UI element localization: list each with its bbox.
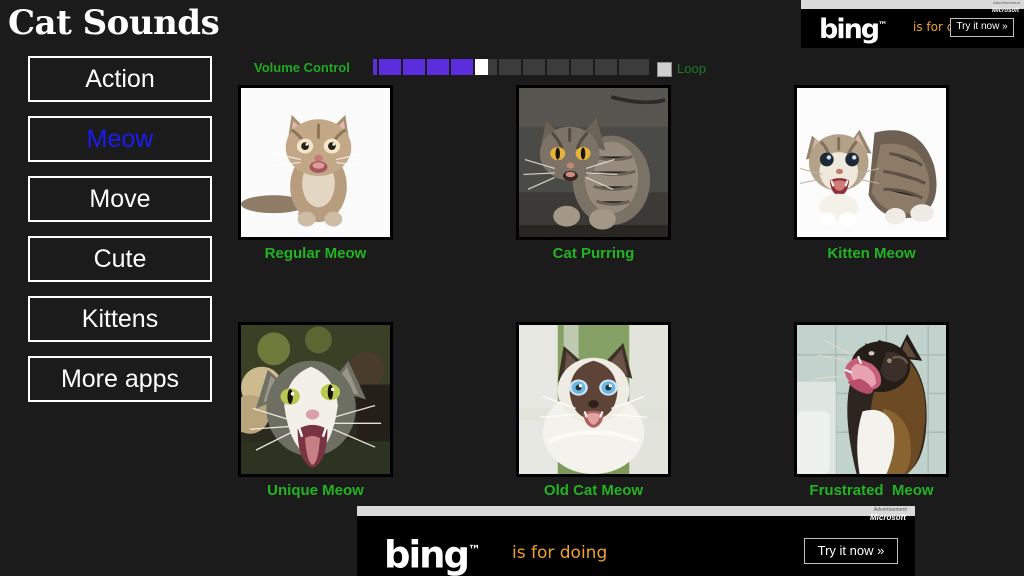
- volume-control-label: Volume Control: [254, 60, 350, 75]
- sound-thumbnail[interactable]: [794, 85, 949, 240]
- sound-thumbnail[interactable]: [238, 322, 393, 477]
- ad-provider-label: Microsoft: [992, 8, 1019, 14]
- volume-segment: [595, 59, 617, 75]
- sidebar-item-meow[interactable]: Meow: [28, 116, 212, 162]
- volume-segment: [451, 59, 473, 75]
- sound-tile-label: Old Cat Meow: [543, 482, 644, 499]
- sidebar-item-more-apps[interactable]: More apps: [28, 356, 212, 402]
- sound-tile-label: Frustrated Meow: [809, 482, 934, 499]
- page-title: Cat Sounds: [8, 3, 220, 43]
- volume-segment: [523, 59, 545, 75]
- himalayan-cat-blue-eyes-meowing-image: [519, 325, 668, 474]
- bing-trademark-icon: ™: [878, 20, 888, 31]
- grey-tabby-cat-on-concrete-image: [519, 88, 668, 237]
- volume-segment: [499, 59, 521, 75]
- volume-segment: [379, 59, 401, 75]
- ad-top-strip: [357, 506, 915, 516]
- volume-slider[interactable]: [373, 59, 649, 75]
- sound-thumbnail[interactable]: [794, 322, 949, 477]
- tabby-kitten-smiling-white-bg-image: [241, 88, 390, 237]
- sound-thumbnail[interactable]: [516, 322, 671, 477]
- volume-slider-thumb[interactable]: [475, 59, 488, 75]
- volume-segment: [571, 59, 593, 75]
- sound-tile-cat-purring[interactable]: Cat Purring: [516, 85, 671, 264]
- bing-logo: bing™: [819, 12, 887, 43]
- bing-logo: bing™: [384, 531, 481, 573]
- volume-segment: [619, 59, 649, 75]
- ad-cta-button[interactable]: Try it now »: [950, 18, 1014, 37]
- sound-tile-unique-meow[interactable]: Unique Meow: [238, 322, 393, 501]
- volume-slider-track: [373, 59, 651, 75]
- sound-tile-old-cat-meow[interactable]: Old Cat Meow: [516, 322, 671, 501]
- sidebar-nav: Action Meow Move Cute Kittens More apps: [28, 56, 212, 416]
- sidebar-item-action[interactable]: Action: [28, 56, 212, 102]
- ad-top-strip: [801, 0, 1024, 9]
- loop-label: Loop: [677, 61, 706, 76]
- bing-trademark-icon: ™: [468, 542, 481, 557]
- sidebar-item-move[interactable]: Move: [28, 176, 212, 222]
- sound-tile-regular-meow[interactable]: Regular Meow: [238, 85, 393, 264]
- ad-tagline: is for doing: [512, 543, 608, 563]
- ad-provider-label: Microsoft: [870, 513, 906, 522]
- bing-logo-text: bing: [819, 14, 880, 45]
- sound-tile-label: Cat Purring: [552, 245, 635, 262]
- sound-thumbnail[interactable]: [516, 85, 671, 240]
- white-grey-cat-yawning-closeup-image: [241, 325, 390, 474]
- bing-logo-text: bing: [384, 533, 470, 576]
- ad-banner-bottom[interactable]: Advertisement Microsoft bing™ is for doi…: [357, 506, 915, 576]
- loop-checkbox[interactable]: [657, 61, 672, 77]
- two-tabby-kittens-hissing-white-bg-image: [797, 88, 946, 237]
- sound-grid: Regular Meow Cat Purring Kitten Meow Uni…: [238, 85, 949, 501]
- ad-advertisement-label: Advertisement: [993, 0, 1020, 5]
- sound-tile-frustrated-meow[interactable]: Frustrated Meow: [794, 322, 949, 501]
- sound-tile-kitten-meow[interactable]: Kitten Meow: [794, 85, 949, 264]
- sidebar-item-cute[interactable]: Cute: [28, 236, 212, 282]
- calico-cat-yawning-bathroom-tile-image: [797, 325, 946, 474]
- sidebar-item-kittens[interactable]: Kittens: [28, 296, 212, 342]
- volume-segment: [427, 59, 449, 75]
- sound-tile-label: Unique Meow: [267, 482, 364, 499]
- sound-tile-label: Kitten Meow: [827, 245, 916, 262]
- volume-segment: [373, 59, 377, 75]
- ad-cta-button[interactable]: Try it now »: [804, 538, 898, 564]
- sound-tile-label: Regular Meow: [264, 245, 367, 262]
- volume-segment: [547, 59, 569, 75]
- loop-toggle[interactable]: Loop: [657, 58, 706, 80]
- playback-controls: Volume Control Loop: [254, 58, 714, 82]
- ad-banner-top[interactable]: Advertisement Microsoft bing™ is for doi…: [801, 0, 1024, 48]
- sound-thumbnail[interactable]: [238, 85, 393, 240]
- volume-segment: [403, 59, 425, 75]
